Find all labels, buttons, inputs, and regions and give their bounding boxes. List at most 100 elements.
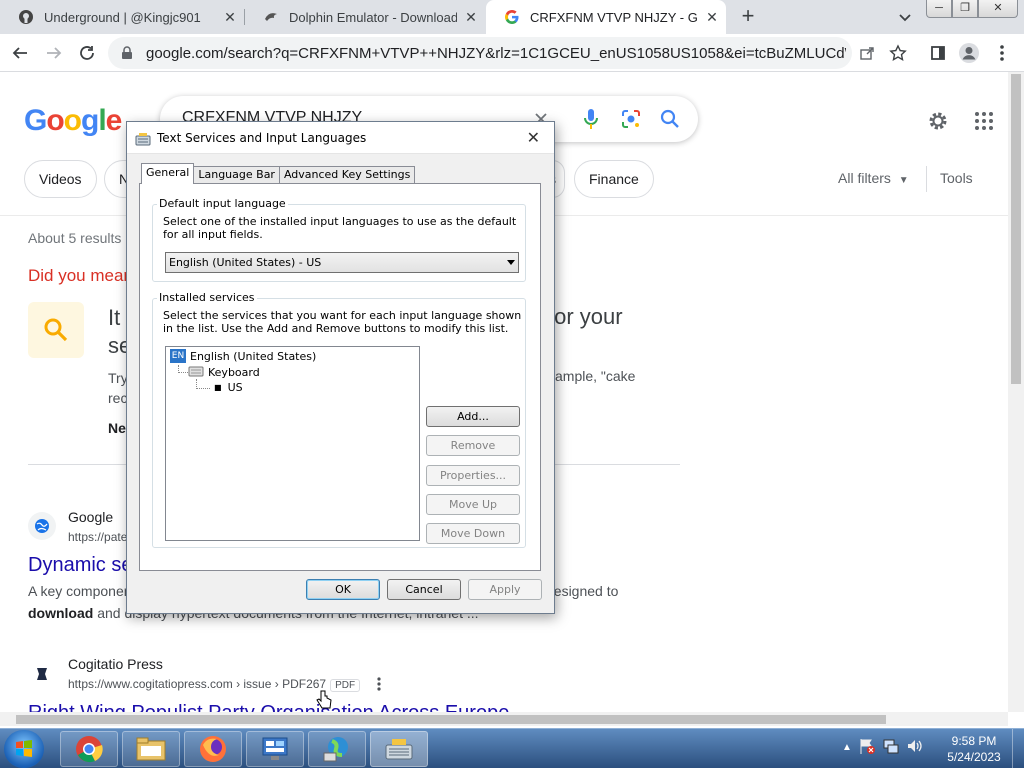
dropdown-arrow-icon xyxy=(507,260,515,265)
result-snippet: A key componen xyxy=(28,583,132,599)
more-options-icon[interactable] xyxy=(376,676,382,697)
taskbar: ▲ 9:58 PM 5/24/2023 xyxy=(0,728,1024,768)
hint-title-right: for your xyxy=(548,304,623,329)
hand-cursor-icon xyxy=(316,690,332,715)
chrome-taskbar-icon[interactable] xyxy=(60,731,118,767)
horizontal-scrollbar[interactable] xyxy=(0,712,1008,726)
vertical-scrollbar[interactable] xyxy=(1008,72,1024,712)
general-tab-panel: Default input language Select one of the… xyxy=(139,183,541,571)
result-site-name: Google xyxy=(68,509,114,525)
properties-button[interactable]: Properties... xyxy=(426,465,520,486)
tools-button[interactable]: Tools xyxy=(940,170,973,186)
back-button[interactable] xyxy=(8,41,32,65)
profile-avatar-icon[interactable] xyxy=(957,41,981,65)
tab-language-bar[interactable]: Language Bar xyxy=(193,166,280,184)
close-icon[interactable]: ✕ xyxy=(463,9,479,25)
filter-divider xyxy=(926,166,927,192)
action-center-flag-icon[interactable] xyxy=(858,737,876,760)
menu-kebab-icon[interactable] xyxy=(990,41,1014,65)
default-language-group: Default input language Select one of the… xyxy=(152,197,526,282)
apply-button[interactable]: Apply xyxy=(468,579,542,600)
chip-videos[interactable]: Videos xyxy=(24,160,97,198)
forward-button[interactable] xyxy=(42,41,66,65)
clock-date: 5/24/2023 xyxy=(947,750,1001,764)
cogitatio-icon xyxy=(28,660,56,688)
dialog-close-button[interactable]: ✕ xyxy=(527,128,540,147)
tab-title: CRFXFNM VTVP NHJZY - Google xyxy=(530,9,698,25)
network-icon[interactable] xyxy=(882,737,900,760)
result-url[interactable]: https://pate xyxy=(68,530,127,544)
tree-item-us-layout[interactable]: ■ US xyxy=(214,381,243,394)
search-icon[interactable] xyxy=(659,108,681,130)
taskbar-clock[interactable]: 9:58 PM 5/24/2023 xyxy=(944,733,1004,765)
result-site-name: Cogitatio Press xyxy=(68,656,163,672)
url-text: google.com/search?q=CRFXFNM+VTVP++NHJZY&… xyxy=(146,44,846,62)
caret-down-icon: ▼ xyxy=(898,175,909,186)
add-button[interactable]: Add... xyxy=(426,406,520,427)
tab-underground[interactable]: Underground | @Kingjc901 ✕ xyxy=(0,0,244,34)
tab-dolphin[interactable]: Dolphin Emulator - Download ✕ xyxy=(245,0,485,34)
result-url-text: https://www.cogitatiopress.com › issue ›… xyxy=(68,677,327,691)
system-tray: ▲ xyxy=(842,737,924,760)
vertical-scroll-thumb[interactable] xyxy=(1011,74,1021,384)
control-panel-taskbar-icon[interactable] xyxy=(246,731,304,767)
installed-services-tree[interactable]: EN English (United States) Keyboard ■ US xyxy=(165,346,420,541)
tab-general[interactable]: General xyxy=(141,163,195,184)
bookmark-star-icon[interactable] xyxy=(886,41,910,65)
browser-toolbar: google.com/search?q=CRFXFNM+VTVP++NHJZY&… xyxy=(0,34,1024,72)
dialog-titlebar[interactable]: Text Services and Input Languages ✕ xyxy=(127,122,554,154)
default-language-dropdown[interactable]: English (United States) - US xyxy=(165,252,519,273)
ok-button[interactable]: OK xyxy=(306,579,380,600)
minimize-button[interactable]: ─ xyxy=(926,0,952,18)
show-hidden-icons-arrow[interactable]: ▲ xyxy=(842,737,852,760)
tab-google-search[interactable]: CRFXFNM VTVP NHJZY - Google ✕ xyxy=(486,0,726,34)
show-desktop-button[interactable] xyxy=(1012,729,1024,768)
settings-gear-icon[interactable] xyxy=(925,108,951,134)
move-up-button[interactable]: Move Up xyxy=(426,494,520,515)
tab-advanced-key-settings[interactable]: Advanced Key Settings xyxy=(278,166,416,184)
language-badge: EN xyxy=(170,349,186,363)
reload-button[interactable] xyxy=(75,41,99,65)
google-logo[interactable]: Google xyxy=(24,104,122,138)
all-filters-button[interactable]: All filters ▼ xyxy=(838,170,909,186)
apps-grid-icon[interactable] xyxy=(971,108,997,134)
windows-start-icon[interactable] xyxy=(4,730,44,768)
horizontal-scroll-thumb[interactable] xyxy=(16,715,886,724)
github-icon xyxy=(18,9,34,25)
cancel-button[interactable]: Cancel xyxy=(387,579,461,600)
chip-finance[interactable]: Finance xyxy=(574,160,654,198)
remove-button[interactable]: Remove xyxy=(426,435,520,456)
result-snippet-right: designed to xyxy=(546,583,619,599)
text-services-taskbar-icon[interactable] xyxy=(370,731,428,767)
result-title[interactable]: Dynamic se xyxy=(28,554,132,577)
move-down-button[interactable]: Move Down xyxy=(426,523,520,544)
firefox-taskbar-icon[interactable] xyxy=(184,731,242,767)
dolphin-icon xyxy=(263,9,279,25)
side-panel-icon[interactable] xyxy=(926,41,950,65)
close-icon[interactable]: ✕ xyxy=(704,9,720,25)
tree-item-language[interactable]: EN English (United States) xyxy=(170,349,316,363)
tab-title: Underground | @Kingjc901 xyxy=(44,9,201,25)
installed-services-label: Installed services xyxy=(157,291,257,304)
restore-button[interactable]: ❐ xyxy=(952,0,978,18)
all-filters-label: All filters xyxy=(838,170,891,186)
tree-connector xyxy=(196,388,210,389)
share-icon[interactable] xyxy=(855,41,879,65)
globe-icon xyxy=(28,512,56,540)
close-window-button[interactable]: ✕ xyxy=(978,0,1018,18)
installed-services-group: Installed services Select the services t… xyxy=(152,291,526,548)
lens-camera-icon[interactable] xyxy=(620,108,642,130)
bullet-icon: ■ xyxy=(214,383,222,392)
microphone-icon[interactable] xyxy=(580,108,602,130)
tree-item-keyboard[interactable]: Keyboard xyxy=(188,365,260,380)
network-globe-taskbar-icon[interactable] xyxy=(308,731,366,767)
google-icon xyxy=(504,9,520,25)
new-tab-button[interactable]: + xyxy=(736,5,760,29)
volume-icon[interactable] xyxy=(906,737,924,760)
file-explorer-taskbar-icon[interactable] xyxy=(122,731,180,767)
address-bar[interactable]: google.com/search?q=CRFXFNM+VTVP++NHJZY&… xyxy=(108,37,852,69)
chevron-down-icon[interactable] xyxy=(896,8,914,26)
hint-text-right: xample, "cake xyxy=(548,368,636,384)
result-title[interactable]: Right Wing Populist Party Organisation A… xyxy=(28,702,509,712)
close-icon[interactable]: ✕ xyxy=(222,9,238,25)
